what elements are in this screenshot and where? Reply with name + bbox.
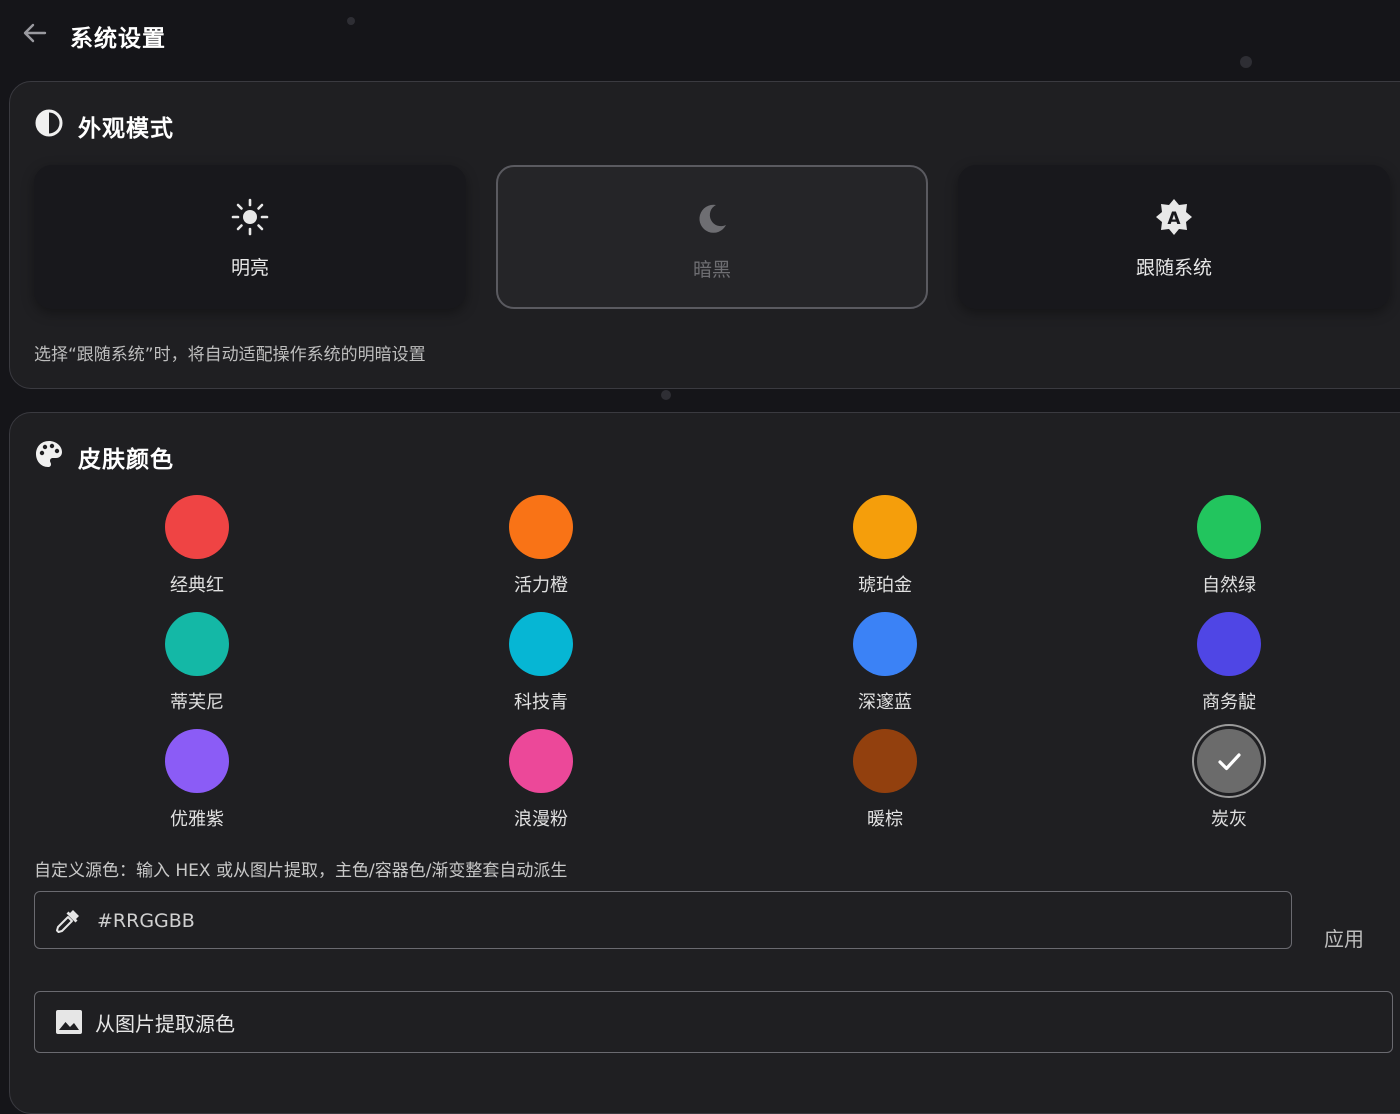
swatch-label: 琥珀金 (858, 575, 912, 596)
background-dot (661, 390, 671, 400)
app-header: 系统设置 (0, 0, 1400, 70)
mode-light-button[interactable]: 明亮 (34, 165, 466, 309)
swatch-label: 自然绿 (1202, 575, 1256, 596)
color-circle (509, 612, 573, 676)
swatch-indigo[interactable]: 商务靛 (1160, 612, 1300, 722)
mode-system-label: 跟随系统 (1135, 257, 1212, 279)
swatch-amber[interactable]: 琥珀金 (816, 495, 956, 605)
swatch-label: 活力橙 (514, 575, 568, 596)
swatch-purple[interactable]: 优雅紫 (128, 729, 268, 839)
swatch-label: 优雅紫 (170, 809, 224, 830)
skin-title: 皮肤颜色 (78, 447, 174, 473)
eyedropper-icon[interactable] (53, 906, 83, 936)
arrow-left-icon (23, 23, 47, 43)
svg-text:A: A (1167, 209, 1181, 229)
sun-icon (231, 198, 269, 236)
image-icon (56, 1010, 82, 1034)
appearance-hint: 选择“跟随系统”时，将自动适配操作系统的明暗设置 (34, 345, 426, 365)
check-icon (1218, 753, 1241, 771)
swatch-label: 科技青 (514, 692, 568, 713)
color-circle (165, 495, 229, 559)
extract-from-image-button[interactable]: 从图片提取源色 (34, 991, 1393, 1053)
color-circle (165, 612, 229, 676)
swatch-charcoal[interactable]: 炭灰 (1160, 729, 1300, 839)
mode-system-button[interactable]: A 跟随系统 (958, 165, 1390, 309)
extract-from-image-label: 从图片提取源色 (95, 1012, 235, 1036)
color-circle (509, 729, 573, 793)
hex-field (34, 891, 1292, 949)
swatch-red[interactable]: 经典红 (128, 495, 268, 605)
appearance-card: 外观模式 明亮 暗黑 A 跟随系统 选择“跟随系统”时，将自动适配操作系统的明暗… (9, 81, 1400, 389)
palette-icon (36, 441, 62, 467)
swatch-label: 经典红 (170, 575, 224, 596)
color-circle (853, 612, 917, 676)
swatch-blue[interactable]: 深邃蓝 (816, 612, 956, 722)
hex-input[interactable] (95, 900, 1279, 942)
skin-card: 皮肤颜色 经典红 活力橙 琥珀金 自然绿 蒂芙尼 科技青 深邃蓝 商务靛 优雅紫… (9, 412, 1400, 1114)
swatch-teal[interactable]: 蒂芙尼 (128, 612, 268, 722)
swatch-label: 炭灰 (1211, 809, 1247, 830)
color-circle (509, 495, 573, 559)
appearance-title: 外观模式 (78, 116, 174, 142)
color-circle (1197, 612, 1261, 676)
swatch-cyan[interactable]: 科技青 (472, 612, 612, 722)
page-title: 系统设置 (70, 26, 166, 52)
mode-dark-button[interactable]: 暗黑 (496, 165, 928, 309)
brightness-auto-icon: A (1156, 199, 1192, 235)
color-circle (1197, 495, 1261, 559)
swatch-label: 浪漫粉 (514, 809, 568, 830)
custom-color-hint: 自定义源色：输入 HEX 或从图片提取，主色/容器色/渐变整套自动派生 (34, 861, 568, 881)
swatch-label: 商务靛 (1202, 692, 1256, 713)
swatch-label: 深邃蓝 (858, 692, 912, 713)
swatch-green[interactable]: 自然绿 (1160, 495, 1300, 605)
back-button[interactable] (18, 18, 50, 50)
swatch-orange[interactable]: 活力橙 (472, 495, 612, 605)
color-circle (165, 729, 229, 793)
mode-light-label: 明亮 (230, 257, 269, 279)
apply-button[interactable]: 应用 (1324, 923, 1364, 952)
color-circle (853, 495, 917, 559)
color-circle (853, 729, 917, 793)
swatch-label: 蒂芙尼 (170, 692, 224, 713)
mode-dark-label: 暗黑 (692, 259, 731, 281)
swatch-pink[interactable]: 浪漫粉 (472, 729, 612, 839)
swatch-brown[interactable]: 暖棕 (816, 729, 956, 839)
moon-icon (699, 204, 726, 233)
swatch-label: 暖棕 (867, 809, 903, 830)
contrast-icon (35, 109, 63, 137)
